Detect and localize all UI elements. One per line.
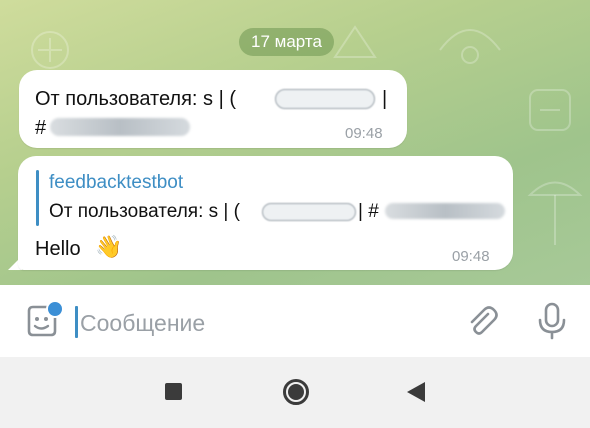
reply-quote-author[interactable]: feedbacktestbot	[49, 172, 183, 194]
redacted-username	[275, 89, 375, 109]
redacted-username	[262, 203, 356, 221]
wallpaper-doodle-icon	[529, 89, 571, 131]
recent-apps-button[interactable]	[165, 383, 182, 400]
message-text-separator: |	[382, 88, 388, 110]
microphone-icon[interactable]	[536, 302, 568, 340]
wallpaper-doodle-icon	[439, 29, 501, 64]
message-time: 09:48	[345, 125, 383, 142]
date-separator: 17 марта	[239, 28, 334, 56]
redacted-id	[385, 203, 505, 219]
wallpaper-doodle-icon	[527, 181, 583, 245]
waving-hand-emoji: 👋	[95, 234, 123, 259]
home-button-inner	[288, 384, 304, 400]
notification-dot	[46, 300, 64, 318]
message-text-hash: #	[35, 117, 47, 139]
text-cursor	[75, 306, 78, 338]
redacted-id	[50, 118, 190, 136]
reply-quote-bar	[36, 170, 39, 226]
message-text: Hello	[35, 238, 81, 260]
message-input[interactable]	[80, 306, 440, 340]
chat-area[interactable]: 17 марта От пользователя: s | ( | # 09:4…	[0, 0, 590, 285]
message-time: 09:48	[452, 248, 490, 265]
message-text: От пользователя: s | (	[35, 88, 237, 110]
reply-quote-text: От пользователя: s | (	[49, 201, 240, 222]
wallpaper-doodle-icon	[333, 25, 377, 58]
back-button[interactable]	[407, 382, 425, 402]
reply-quote-separator: | #	[358, 201, 379, 222]
paperclip-icon[interactable]	[464, 304, 500, 340]
